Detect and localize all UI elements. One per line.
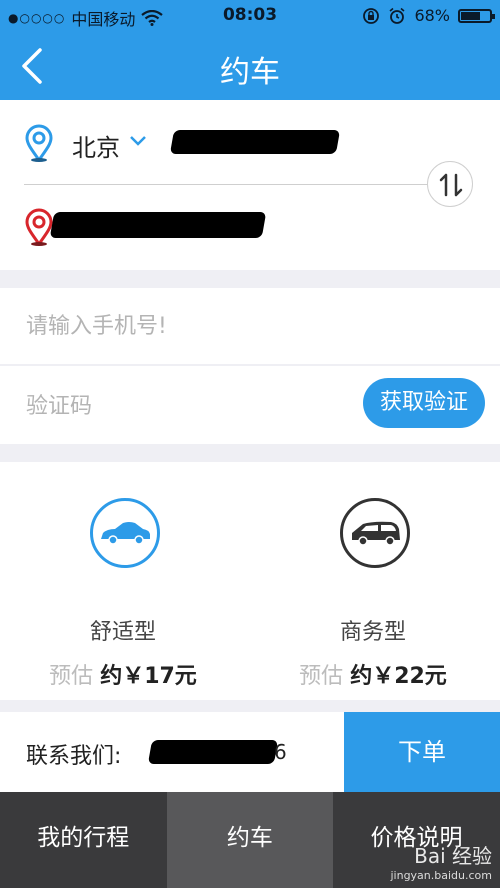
contact-number-suffix: 6	[274, 740, 287, 764]
estimate-price: 约￥17元	[100, 664, 197, 689]
car-option-price: 预估 约￥17元	[0, 658, 246, 690]
alarm-icon	[389, 7, 405, 24]
status-right: 68%	[362, 6, 495, 25]
swap-arrows-icon	[439, 173, 463, 197]
watermark: Bai 经验 jingyan.baidu.com	[390, 840, 492, 882]
car-option-name: 舒适型	[89, 620, 156, 645]
battery-icon	[458, 8, 495, 23]
destination-pin-icon	[25, 208, 53, 246]
car-option-comfort[interactable]: 舒适型 预估 约￥17元	[0, 498, 220, 689]
destination-address-redacted[interactable]	[49, 212, 267, 238]
verification-code-input[interactable]	[26, 388, 326, 424]
battery-fill	[461, 11, 481, 20]
tab-book-car[interactable]: 约车	[166, 792, 334, 888]
origin-city-selector[interactable]: 北京	[72, 128, 120, 163]
get-code-button[interactable]: 获取验证	[363, 378, 485, 428]
watermark-url: jingyan.baidu.com	[390, 869, 492, 882]
watermark-text: Bai 经验	[414, 844, 492, 868]
phone-row	[0, 288, 500, 364]
status-bar: ●○○○○ 中国移动 08:03 68%	[0, 0, 500, 32]
contact-number-redacted	[147, 740, 279, 764]
chevron-down-icon[interactable]	[128, 134, 148, 148]
rotation-lock-icon	[363, 7, 380, 24]
nav-bar: 约车	[0, 32, 500, 100]
estimate-price: 约￥22元	[350, 664, 447, 689]
contact-label: 联系我们:	[26, 744, 122, 769]
battery-percent: 68%	[414, 6, 450, 25]
origin-pin-icon	[25, 124, 53, 162]
van-icon	[340, 498, 410, 568]
route-panel: 北京	[0, 100, 500, 270]
car-option-business[interactable]: 商务型 预估 约￥22元	[250, 498, 470, 689]
sedan-icon	[90, 498, 160, 568]
car-option-name: 商务型	[339, 620, 406, 645]
phone-input[interactable]	[26, 308, 346, 344]
estimate-label: 预估	[299, 664, 344, 689]
swap-locations-button[interactable]	[427, 161, 473, 207]
tab-my-trips[interactable]: 我的行程	[0, 792, 167, 888]
origin-address-redacted[interactable]	[169, 130, 341, 154]
contact-row: 联系我们: 6 下单	[0, 712, 500, 792]
car-option-price: 预估 约￥22元	[250, 658, 496, 690]
verification-row: 获取验证	[0, 366, 500, 444]
estimate-label: 预估	[49, 664, 94, 689]
route-divider	[24, 184, 436, 185]
car-type-panel: 舒适型 预估 约￥17元 商务型 预估 约￥22元	[0, 462, 500, 700]
page-title: 约车	[220, 55, 280, 90]
place-order-button[interactable]: 下单	[344, 712, 500, 792]
